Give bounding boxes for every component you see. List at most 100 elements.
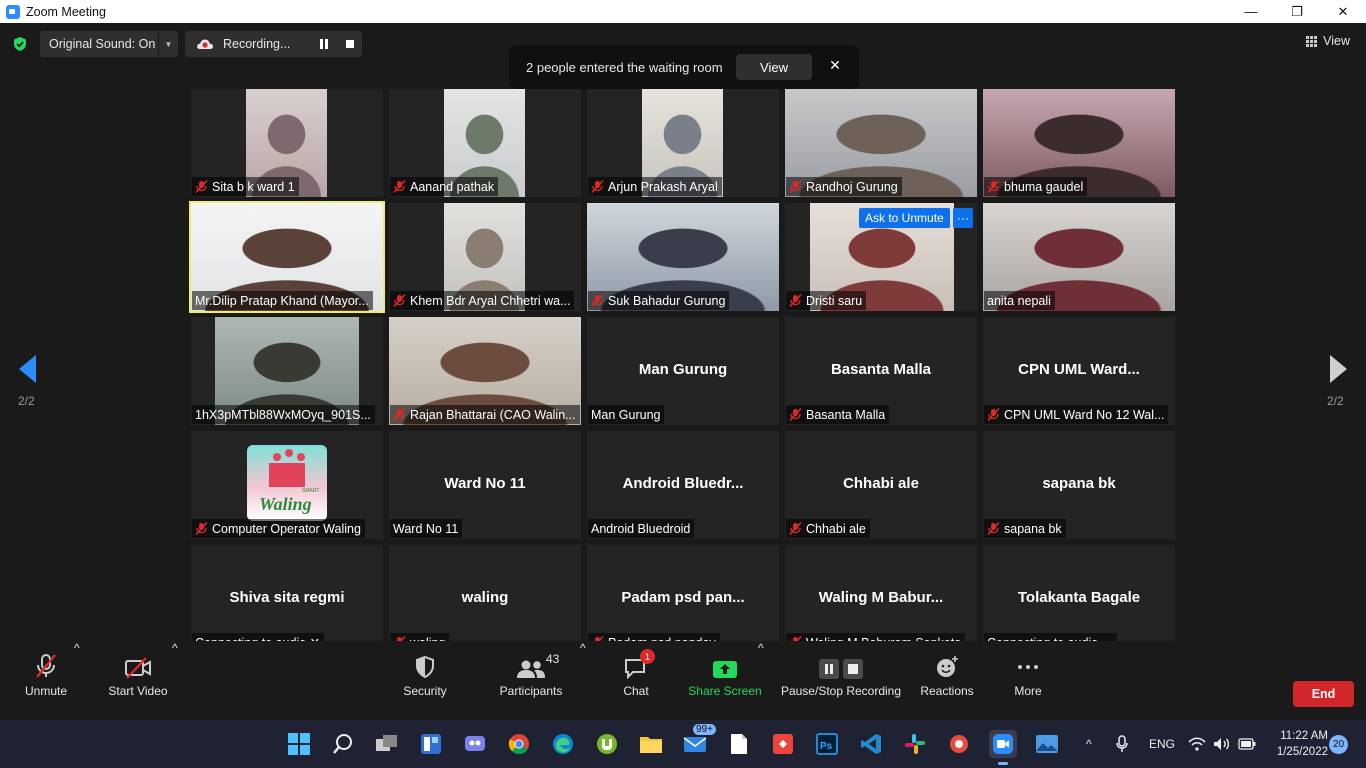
mail-icon[interactable]: 99+ [681, 724, 716, 758]
close-window-button[interactable]: ✕ [1320, 0, 1366, 23]
utorrent-icon[interactable] [593, 730, 621, 758]
participant-tile[interactable]: Padam psd pan...Padam psd panday [587, 545, 779, 653]
chat-button[interactable]: 1 Chat [614, 641, 658, 720]
start-video-button[interactable]: Start Video [104, 641, 172, 720]
participant-tile[interactable]: Ask to Unmute ··· Dristi saru [785, 203, 977, 311]
participant-tile[interactable]: Arjun Prakash Aryal [587, 89, 779, 197]
participant-name-label: Rajan Bhattarai (CAO Walin... [390, 405, 580, 424]
pause-stop-recording-button[interactable]: Pause/Stop Recording [780, 641, 902, 720]
microphone-tray-icon[interactable] [1115, 720, 1129, 768]
waiting-room-message: 2 people entered the waiting room [526, 59, 723, 75]
zoom-taskbar-icon[interactable] [989, 730, 1017, 765]
participant-tile[interactable]: CPN UML Ward... CPN UML Ward No 12 Wal... [983, 317, 1175, 425]
svg-text:Waling: Waling [259, 494, 312, 514]
participant-more-options-button[interactable]: ··· [953, 208, 973, 228]
participant-tile[interactable]: sapana bk sapana bk [983, 431, 1175, 539]
participant-name-text: CPN UML Ward No 12 Wal... [1004, 407, 1165, 422]
ask-to-unmute-button[interactable]: Ask to Unmute [859, 208, 950, 228]
chevron-down-icon[interactable]: ▼ [158, 31, 178, 57]
recording-label: Recording... [223, 37, 291, 51]
end-meeting-button[interactable]: End [1293, 681, 1354, 707]
participant-display-name: Tolakanta Bagale [1017, 589, 1141, 606]
participant-tile[interactable]: SMART Waling Computer Operator Waling [191, 431, 383, 539]
anydesk-icon[interactable] [769, 730, 797, 758]
participant-tile[interactable]: bhuma gaudel [983, 89, 1175, 197]
reactions-button[interactable]: Reactions [918, 641, 976, 720]
view-label: View [1323, 34, 1350, 48]
burner-app-icon[interactable] [945, 730, 973, 758]
task-view-icon[interactable] [373, 730, 401, 758]
edge-icon[interactable] [549, 730, 577, 758]
wifi-icon[interactable] [1188, 720, 1206, 768]
page-indicator-left: 2/2 [18, 394, 35, 408]
minimize-button[interactable]: — [1228, 0, 1274, 23]
restore-button[interactable]: ❐ [1274, 0, 1320, 23]
waiting-room-view-button[interactable]: View [736, 54, 812, 80]
participant-name-label: anita nepali [984, 291, 1055, 310]
participant-tile[interactable]: Aanand pathak [389, 89, 581, 197]
next-page-button[interactable]: 2/2 [1327, 355, 1349, 415]
participants-options-chevron[interactable]: ^ [580, 641, 586, 720]
participant-tile[interactable]: Mr.Dilip Pratap Khand (Mayor... [189, 201, 385, 313]
participant-tile[interactable]: Ward No 11 Ward No 11 [389, 431, 581, 539]
view-layout-button[interactable]: View [1306, 34, 1350, 48]
participant-tile[interactable]: Shiva sita regmiConnecting to audio ✕ [191, 545, 383, 653]
participant-tile[interactable]: Android Bluedr... Android Bluedroid [587, 431, 779, 539]
participant-name-label: Android Bluedroid [588, 519, 695, 538]
participant-tile[interactable]: Sita b k ward 1 [191, 89, 383, 197]
participants-button[interactable]: 43 Participants [496, 641, 566, 720]
participant-tile[interactable]: anita nepali [983, 203, 1175, 311]
battery-icon[interactable] [1238, 720, 1256, 768]
security-button[interactable]: Security [398, 641, 452, 720]
share-screen-button[interactable]: Share Screen [688, 641, 762, 720]
language-indicator[interactable]: ENG [1149, 720, 1175, 768]
more-dots-icon [1018, 665, 1038, 669]
teams-chat-icon[interactable] [461, 730, 489, 758]
page-indicator-right: 2/2 [1327, 394, 1344, 408]
windows-start-icon[interactable] [285, 730, 313, 758]
pause-stop-recording-label: Pause/Stop Recording [780, 684, 902, 698]
participant-tile[interactable]: Tolakanta BagaleConnecting to audio ·.. [983, 545, 1175, 653]
original-sound-label: Original Sound: On [49, 37, 156, 51]
participant-tile[interactable]: Suk Bahadur Gurung [587, 203, 779, 311]
microphone-muted-icon [393, 180, 406, 193]
participant-name-label: Sita b k ward 1 [192, 177, 299, 196]
video-options-chevron[interactable]: ^ [172, 641, 178, 720]
encryption-shield-icon[interactable] [12, 36, 28, 52]
microphone-muted-icon [393, 408, 406, 421]
more-button[interactable]: More [1008, 641, 1048, 720]
participant-tile[interactable]: Waling M Babur...Waling M Baburam Sapkot… [785, 545, 977, 653]
participant-tile[interactable]: Rajan Bhattarai (CAO Walin... [389, 317, 581, 425]
microphone-muted-icon [987, 408, 1000, 421]
participant-tile[interactable]: Man Gurung Man Gurung [587, 317, 779, 425]
widgets-icon[interactable] [417, 730, 445, 758]
participant-tile[interactable]: Khem Bdr Aryal Chhetri wa... [389, 203, 581, 311]
previous-page-button[interactable]: 2/2 [18, 355, 40, 415]
pause-recording-icon[interactable] [319, 39, 329, 49]
slack-icon[interactable] [901, 730, 929, 758]
unmute-button[interactable]: Unmute [18, 641, 74, 720]
document-icon[interactable] [725, 730, 753, 758]
window-title: Zoom Meeting [26, 4, 106, 19]
stop-recording-icon[interactable] [346, 40, 354, 48]
participant-tile[interactable]: Basanta Malla Basanta Malla [785, 317, 977, 425]
original-sound-toggle[interactable]: Original Sound: On ▼ [40, 31, 178, 57]
participant-name-label: Mr.Dilip Pratap Khand (Mayor... [192, 291, 373, 310]
notification-count-badge[interactable]: 20 [1329, 735, 1348, 754]
photos-icon[interactable] [1033, 730, 1061, 758]
vscode-icon[interactable] [857, 730, 885, 758]
search-icon[interactable] [329, 730, 357, 758]
participant-tile[interactable]: Randhoj Gurung [785, 89, 977, 197]
photoshop-icon[interactable]: Ps [813, 730, 841, 758]
system-clock[interactable]: 11:22 AM 1/25/2022 [1262, 728, 1328, 760]
volume-icon[interactable] [1213, 720, 1231, 768]
close-icon[interactable]: ✕ [827, 57, 843, 77]
share-options-chevron[interactable]: ^ [758, 641, 764, 720]
file-explorer-icon[interactable] [637, 730, 665, 758]
participant-tile[interactable]: 1hX3pMTbl88WxMOyq_901S... [191, 317, 383, 425]
audio-options-chevron[interactable]: ^ [74, 641, 80, 720]
participant-tile[interactable]: walingwaling [389, 545, 581, 653]
show-hidden-icons-button[interactable]: ^ [1086, 720, 1092, 768]
chrome-icon[interactable] [505, 730, 533, 758]
participant-tile[interactable]: Chhabi ale Chhabi ale [785, 431, 977, 539]
